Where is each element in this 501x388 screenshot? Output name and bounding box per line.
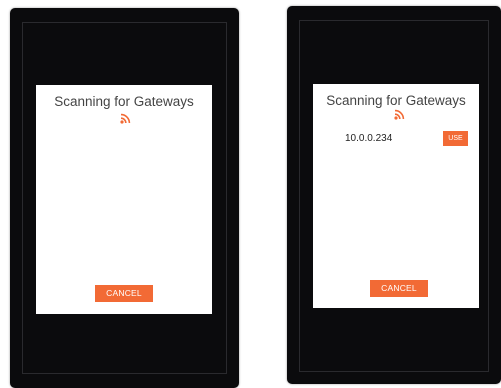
gateway-ip: 10.0.0.234 (345, 133, 393, 144)
gateway-list-item: 10.0.0.234 USE (313, 131, 479, 149)
scanning-dialog: Scanning for Gateways CANCEL (36, 85, 212, 314)
use-gateway-button[interactable]: USE (443, 131, 468, 146)
rss-icon (120, 113, 131, 124)
rss-icon (394, 109, 405, 120)
dialog-title: Scanning for Gateways (54, 94, 194, 109)
device-screen-left: Scanning for Gateways CANCEL (10, 8, 239, 388)
dialog-title: Scanning for Gateways (326, 93, 466, 108)
cancel-button[interactable]: CANCEL (95, 285, 153, 302)
scanning-dialog: Scanning for Gateways 10.0.0.234 USE CAN… (313, 84, 479, 308)
cancel-button[interactable]: CANCEL (370, 280, 428, 297)
device-screen-right: Scanning for Gateways 10.0.0.234 USE CAN… (287, 6, 501, 384)
